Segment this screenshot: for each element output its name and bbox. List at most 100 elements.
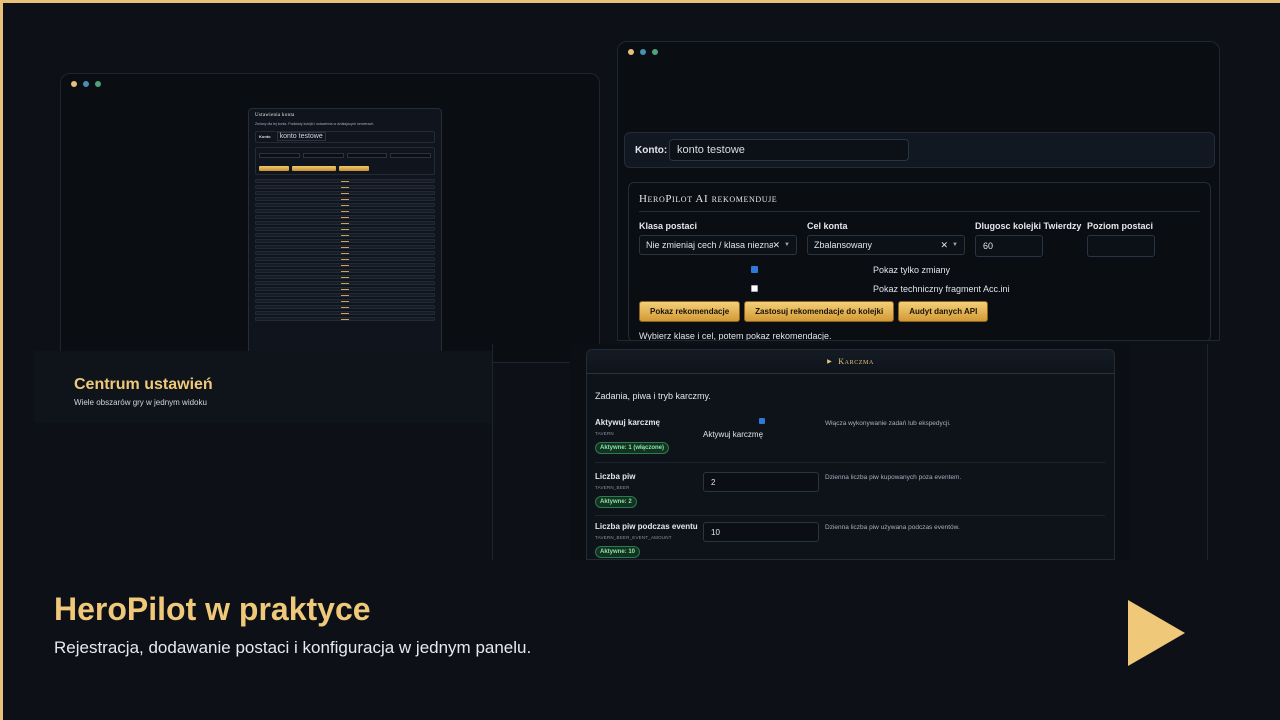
field-klasa: Klasa postaci Nie zmieniaj cech / klasa … <box>639 221 797 257</box>
divider <box>492 344 493 560</box>
setting-help: Dzienna liczba piw kupowanych poza event… <box>825 474 962 481</box>
mini-section-bar[interactable] <box>255 244 435 249</box>
mini-settings-panel: Ustawienia konta Zmiany dla tej konta. P… <box>248 108 442 358</box>
mini-section-list <box>255 178 435 321</box>
window-dot-green[interactable] <box>95 81 101 87</box>
row-divider <box>595 462 1105 463</box>
setting-row-aktywuj: Aktywuj karczmę TAVERN Aktywne: 1 (włącz… <box>595 418 1105 454</box>
setting-help: Dzienna liczba piw używana podczas event… <box>825 524 960 531</box>
window-dot-yellow[interactable] <box>628 49 634 55</box>
mini-select-cel[interactable] <box>302 152 344 158</box>
mini-section-bar[interactable] <box>255 202 435 207</box>
mini-section-bar[interactable] <box>255 196 435 201</box>
window-dot-green[interactable] <box>652 49 658 55</box>
clear-icon[interactable]: ✕ <box>941 240 949 251</box>
konto-input[interactable]: konto testowe <box>669 139 909 161</box>
status-badge: Aktywne: 2 <box>595 496 637 508</box>
poziom-input[interactable] <box>1087 235 1155 257</box>
mini-select-klasa[interactable] <box>259 152 300 158</box>
setting-row-liczba-piw: Liczba piw TAVERN_BEER Aktywne: 2 2 Dzie… <box>595 472 1105 508</box>
mini-audyt-button[interactable] <box>339 165 369 171</box>
setting-key: TAVERN_BEER <box>595 485 630 490</box>
mini-section-bar[interactable] <box>255 316 435 321</box>
caption-subtitle: Wiele obszarów gry w jednym widoku <box>74 398 207 407</box>
fragment-label: Pokaz techniczny fragment Acc.ini <box>873 283 1010 294</box>
audyt-danych-button[interactable]: Audyt danych API <box>898 301 989 322</box>
row-divider <box>595 515 1105 516</box>
setting-key: TAVERN <box>595 431 614 436</box>
setting-help: Włącza wykonywanie zadań lub ekspedycji. <box>825 420 951 427</box>
chevron-down-icon[interactable]: ▼ <box>784 242 790 248</box>
mini-pokaz-button[interactable] <box>259 165 289 171</box>
checkbox-fragment-row: Pokaz techniczny fragment Acc.ini <box>639 282 1200 295</box>
mini-section-bar[interactable] <box>255 262 435 267</box>
mini-input-kolejka[interactable] <box>346 152 388 158</box>
karczma-description: Zadania, piwa i tryb karczmy. <box>595 391 711 401</box>
divider <box>1207 344 1208 560</box>
setting-key: TAVERN_BEER_EVENT_AMOUNT <box>595 535 672 540</box>
karczma-header-label: Karczma <box>838 357 874 366</box>
aktywuj-karczme-checkbox-label: Aktywuj karczmę <box>703 430 764 439</box>
mini-recommend-box <box>255 146 435 175</box>
status-badge: Aktywne: 10 <box>595 546 641 558</box>
klasa-select[interactable]: Nie zmieniaj cech / klasa nieznana ✕ ▼ <box>639 235 797 255</box>
mini-button-row <box>259 165 431 171</box>
preview-window-karczma: ▶ Karczma Zadania, piwa i tryb karczmy. … <box>570 344 1130 560</box>
klasa-label: Klasa postaci <box>639 221 698 231</box>
mini-section-bar[interactable] <box>255 256 435 261</box>
cel-select[interactable]: Zbalansowany ✕ ▼ <box>807 235 965 255</box>
mini-section-bar[interactable] <box>255 178 435 183</box>
mini-section-bar[interactable] <box>255 310 435 315</box>
clear-icon[interactable]: ✕ <box>773 240 781 251</box>
tylko-zmiany-label: Pokaz tylko zmiany <box>873 264 951 275</box>
window-dot-yellow[interactable] <box>71 81 77 87</box>
tylko-zmiany-checkbox[interactable] <box>751 266 758 273</box>
piwa-event-input[interactable]: 10 <box>703 522 819 542</box>
chevron-down-icon[interactable]: ▼ <box>952 242 958 248</box>
mini-section-bar[interactable] <box>255 208 435 213</box>
mini-section-bar[interactable] <box>255 220 435 225</box>
pokaz-rekomendacje-button[interactable]: Pokaz rekomendacje <box>639 301 741 322</box>
poziom-label: Poziom postaci <box>1087 221 1154 231</box>
mini-section-bar[interactable] <box>255 190 435 195</box>
window-dot-blue[interactable] <box>83 81 89 87</box>
mini-section-bar[interactable] <box>255 298 435 303</box>
cel-value: Zbalansowany <box>814 240 873 250</box>
window-controls <box>628 49 658 55</box>
field-poziom: Poziom postaci <box>1087 221 1167 257</box>
mini-zastosuj-button[interactable] <box>292 165 336 171</box>
mini-panel-title: Ustawienia konta <box>255 113 295 118</box>
field-cel: Cel konta Zbalansowany ✕ ▼ <box>807 221 965 257</box>
fragment-checkbox[interactable] <box>751 285 758 292</box>
liczba-piw-input[interactable]: 2 <box>703 472 819 492</box>
caption-title: Centrum ustawień <box>74 376 213 393</box>
window-dot-blue[interactable] <box>640 49 646 55</box>
mini-section-bar[interactable] <box>255 286 435 291</box>
mini-section-bar[interactable] <box>255 214 435 219</box>
aktywuj-karczme-checkbox[interactable] <box>759 418 765 424</box>
mini-input-poziom[interactable] <box>390 152 431 158</box>
field-kolejka: Dlugosc kolejki Twierdzy 60 <box>975 221 1081 257</box>
mini-section-bar[interactable] <box>255 250 435 255</box>
mini-panel-text: Zmiany dla tej konta. Podklady kolejki i… <box>255 122 375 126</box>
mini-section-bar[interactable] <box>255 226 435 231</box>
mini-section-bar[interactable] <box>255 238 435 243</box>
mini-konto-label: Konto <box>259 134 271 139</box>
recommend-fields: Klasa postaci Nie zmieniaj cech / klasa … <box>639 221 1200 257</box>
mini-section-bar[interactable] <box>255 304 435 309</box>
play-icon[interactable] <box>1128 600 1185 666</box>
mini-konto-input[interactable]: konto testowe <box>276 132 326 141</box>
mini-section-bar[interactable] <box>255 280 435 285</box>
preview-window-recommend: Konto: konto testowe HeroPilot AI rekome… <box>617 41 1220 341</box>
konto-label: Konto: <box>635 144 668 156</box>
bottom-band: HeroPilot w praktyce Rejestracja, dodawa… <box>0 560 1280 720</box>
zastosuj-rekomendacje-button[interactable]: Zastosuj rekomendacje do kolejki <box>744 301 895 322</box>
mini-section-bar[interactable] <box>255 292 435 297</box>
mini-section-bar[interactable] <box>255 184 435 189</box>
mini-section-bar[interactable] <box>255 274 435 279</box>
mini-section-bar[interactable] <box>255 232 435 237</box>
kolejka-input[interactable]: 60 <box>975 235 1043 257</box>
karczma-header[interactable]: ▶ Karczma <box>587 350 1114 374</box>
mini-section-bar[interactable] <box>255 268 435 273</box>
checkbox-tylko-zmiany-row: Pokaz tylko zmiany <box>639 263 1200 276</box>
